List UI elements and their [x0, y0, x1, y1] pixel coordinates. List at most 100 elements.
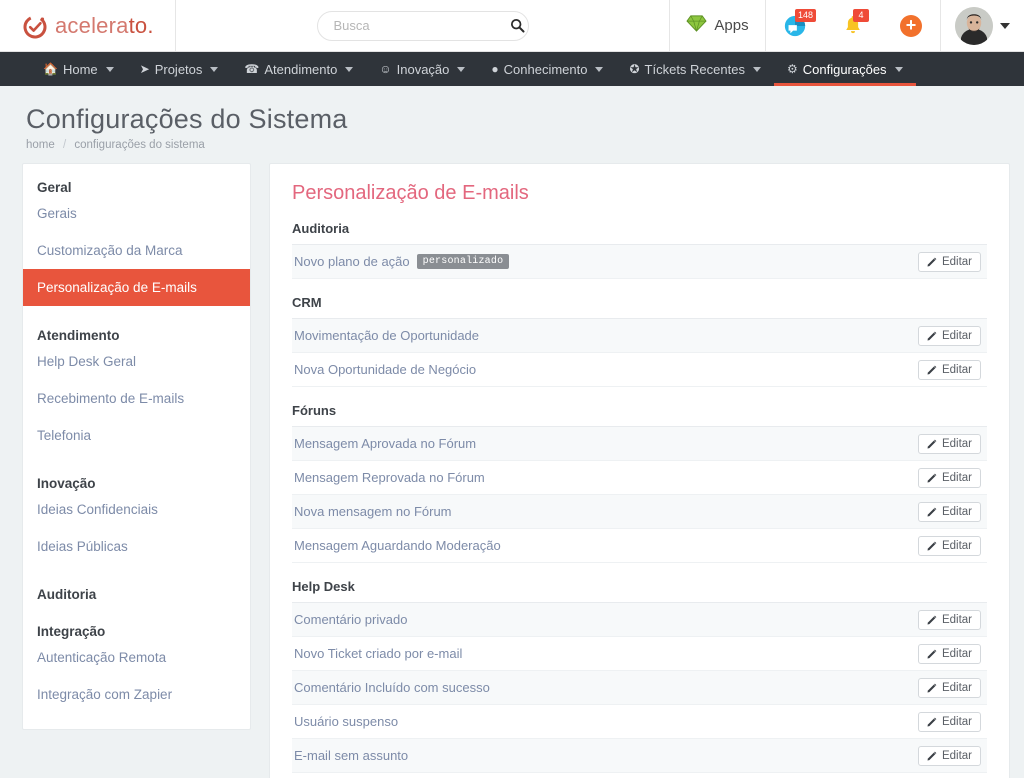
sidebar-item-personalizacao-de-emails[interactable]: Personalização de E-mails: [23, 269, 250, 306]
edit-button-label: Editar: [941, 613, 972, 626]
edit-button[interactable]: Editar: [917, 501, 981, 522]
sidebar-item-ideias-confidenciais[interactable]: Ideias Confidenciais: [23, 491, 250, 528]
nav-item-inovacao[interactable]: ☺ Inovação: [366, 52, 478, 86]
status-badge: personalizado: [416, 254, 510, 269]
table-row: Comentário privado Editar: [292, 603, 987, 637]
nav-item-configuracoes[interactable]: ⚙ Configurações: [773, 52, 916, 86]
top-bar: acelerato. Apps: [0, 0, 1024, 52]
page-body: Geral Gerais Customização da Marca Perso…: [0, 151, 1024, 778]
chevron-down-icon[interactable]: [1000, 22, 1010, 29]
chevron-down-icon: [210, 66, 219, 72]
edit-button-label: Editar: [941, 715, 972, 728]
edit-button[interactable]: Editar: [917, 643, 981, 664]
main-navigation: 🏠 Home ➤ Projetos ☎ Atendimento ☺ Inovaç…: [0, 52, 1024, 86]
nav-label-configuracoes: Configurações: [802, 61, 887, 77]
sidebar-item-help-desk-geral[interactable]: Help Desk Geral: [23, 343, 250, 380]
home-icon: 🏠: [43, 62, 58, 76]
user-menu[interactable]: [940, 0, 1024, 51]
edit-button[interactable]: Editar: [917, 535, 981, 556]
search-icon[interactable]: [510, 18, 525, 33]
sidebar-item-ideias-publicas[interactable]: Ideias Públicas: [23, 528, 250, 565]
bell-icon[interactable]: 4: [824, 0, 882, 52]
pencil-icon: [927, 507, 937, 517]
edit-button[interactable]: Editar: [917, 251, 981, 272]
bell-badge: 4: [853, 8, 869, 22]
section-rows: Comentário privado Editar Novo Ticket cria…: [292, 602, 987, 773]
row-label: Nova mensagem no Fórum: [294, 504, 452, 519]
template-name-link[interactable]: Comentário privado: [294, 612, 407, 627]
pencil-icon: [927, 439, 937, 449]
search-box[interactable]: [316, 10, 529, 41]
template-name-link[interactable]: Novo plano de ação: [294, 254, 410, 269]
nav-label-atendimento: Atendimento: [264, 61, 338, 77]
pencil-icon: [927, 365, 937, 375]
section-title: CRM: [292, 295, 322, 310]
template-name-link[interactable]: Mensagem Aprovada no Fórum: [294, 436, 476, 451]
edit-button-label: Editar: [941, 329, 972, 342]
edit-button-label: Editar: [941, 505, 972, 518]
brand-wordmark: acelerato.: [55, 13, 154, 39]
paper-plane-icon: ➤: [139, 62, 150, 76]
nav-item-atendimento[interactable]: ☎ Atendimento: [231, 52, 366, 86]
edit-button[interactable]: Editar: [917, 609, 981, 630]
template-name-link[interactable]: Usuário suspenso: [294, 714, 398, 729]
breadcrumb-separator: /: [62, 139, 67, 151]
edit-button[interactable]: Editar: [917, 677, 981, 698]
sidebar-group-auditoria[interactable]: Auditoria: [23, 587, 250, 602]
edit-button[interactable]: Editar: [917, 745, 981, 766]
sidebar-item-telefonia[interactable]: Telefonia: [23, 417, 250, 454]
nav-item-home[interactable]: 🏠 Home: [30, 52, 127, 86]
edit-button[interactable]: Editar: [917, 711, 981, 732]
user-avatar[interactable]: [955, 6, 993, 45]
add-icon[interactable]: +: [882, 0, 940, 52]
template-name-link[interactable]: Novo Ticket criado por e-mail: [294, 646, 462, 661]
edit-button-label: Editar: [941, 749, 972, 762]
sidebar-item-recebimento-de-emails[interactable]: Recebimento de E-mails: [23, 380, 250, 417]
section-rows: Mensagem Aprovada no Fórum Editar Mensagem…: [292, 426, 987, 563]
template-name-link[interactable]: Nova mensagem no Fórum: [294, 504, 452, 519]
search-input[interactable]: [333, 18, 510, 33]
add-plus-glyph: +: [900, 14, 922, 37]
sidebar-item-customizacao-da-marca[interactable]: Customização da Marca: [23, 232, 250, 269]
edit-button[interactable]: Editar: [917, 467, 981, 488]
nav-item-projetos[interactable]: ➤ Projetos: [127, 52, 232, 86]
pencil-icon: [927, 683, 937, 693]
settings-content-panel: Personalização de E-mails Auditoria Novo …: [269, 163, 1010, 778]
chevron-down-icon: [595, 66, 604, 72]
chevron-down-icon: [457, 66, 466, 72]
edit-button[interactable]: Editar: [917, 325, 981, 346]
template-name-link[interactable]: Mensagem Aguardando Moderação: [294, 538, 501, 553]
template-name-link[interactable]: E-mail sem assunto: [294, 748, 408, 763]
brand-logo[interactable]: acelerato.: [0, 0, 176, 51]
table-row: E-mail sem assunto Editar: [292, 739, 987, 773]
template-name-link[interactable]: Comentário Incluído com sucesso: [294, 680, 490, 695]
brand-dot: .: [147, 12, 154, 38]
content-title: Personalização de E-mails: [292, 182, 529, 204]
sidebar-group-geral: Geral: [37, 180, 72, 195]
breadcrumb-home[interactable]: home: [26, 139, 55, 151]
nav-item-conhecimento[interactable]: ● Conhecimento: [478, 52, 616, 86]
brand-name-bold: to: [128, 12, 148, 38]
messages-icon[interactable]: 148: [766, 0, 824, 52]
table-row: Movimentação de Oportunidade Editar: [292, 319, 987, 353]
edit-button[interactable]: Editar: [917, 359, 981, 380]
apps-button[interactable]: Apps: [670, 0, 766, 51]
pencil-icon: [927, 473, 937, 483]
sidebar-item-integracao-com-zapier[interactable]: Integração com Zapier: [23, 676, 250, 713]
row-label: Comentário privado: [294, 612, 407, 627]
template-name-link[interactable]: Movimentação de Oportunidade: [294, 328, 479, 343]
sidebar-item-gerais[interactable]: Gerais: [23, 195, 250, 232]
template-name-link[interactable]: Nova Oportunidade de Negócio: [294, 362, 476, 377]
sidebar-item-autenticacao-remota[interactable]: Autenticação Remota: [23, 639, 250, 676]
brand-name-light: acelera: [55, 12, 129, 38]
tickets-icon: ✪: [629, 62, 640, 76]
table-row: Mensagem Aprovada no Fórum Editar: [292, 427, 987, 461]
edit-button[interactable]: Editar: [917, 433, 981, 454]
gear-icon: ⚙: [786, 62, 798, 76]
row-label: Movimentação de Oportunidade: [294, 328, 479, 343]
row-label: Mensagem Aprovada no Fórum: [294, 436, 476, 451]
chevron-down-icon: [105, 66, 114, 72]
chevron-down-icon: [345, 66, 354, 72]
template-name-link[interactable]: Mensagem Reprovada no Fórum: [294, 470, 485, 485]
nav-item-tickets-recentes[interactable]: ✪ Tíckets Recentes: [616, 52, 774, 86]
